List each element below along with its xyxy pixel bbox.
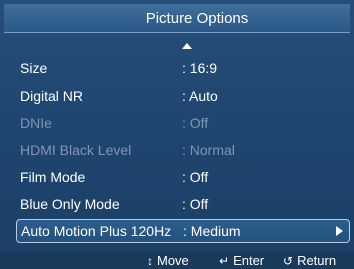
menu-item-label: Size — [20, 60, 48, 76]
menu-item-label: DNIe — [20, 115, 52, 131]
enter-hint: ↵ Enter — [219, 253, 264, 268]
menu-item-film-mode[interactable]: Film Mode : Off — [16, 165, 346, 189]
menu-item-label: HDMI Black Level — [20, 142, 132, 158]
menu-item-value: : Auto — [182, 88, 218, 104]
menu-item-label: Digital NR — [20, 88, 84, 104]
menu-item-value: : Off — [182, 169, 209, 185]
menu-item-value: : 16:9 — [182, 60, 218, 76]
menu-item-label: Blue Only Mode — [20, 196, 120, 212]
menu-item-value: : Medium — [183, 223, 241, 239]
menu-item-value: : Normal — [182, 142, 235, 158]
button-hint-bar: ↕ Move ↵ Enter ↺ Return — [0, 251, 354, 269]
submenu-arrow-icon[interactable] — [336, 226, 343, 236]
menu-title-bar: Picture Options — [4, 4, 350, 32]
return-hint-label: Return — [297, 253, 337, 268]
picture-options-menu: Picture Options Size : 16:9 Digital NR :… — [0, 0, 354, 269]
menu-item-size[interactable]: Size : 16:9 — [16, 56, 346, 80]
scroll-up-arrow-icon[interactable] — [182, 43, 192, 49]
menu-item-hdmi-black-level: HDMI Black Level : Normal — [16, 138, 346, 162]
return-icon: ↺ — [283, 253, 294, 268]
menu-item-label: Auto Motion Plus 120Hz — [21, 223, 172, 239]
move-hint-label: Move — [157, 253, 189, 268]
title-divider — [4, 32, 350, 33]
menu-item-auto-motion-plus[interactable]: Auto Motion Plus 120Hz : Medium — [16, 219, 350, 243]
enter-icon: ↵ — [219, 253, 230, 268]
menu-item-digital-nr[interactable]: Digital NR : Auto — [16, 84, 346, 108]
enter-hint-label: Enter — [233, 253, 265, 268]
menu-item-blue-only-mode[interactable]: Blue Only Mode : Off — [16, 192, 346, 216]
menu-title: Picture Options — [145, 9, 249, 27]
up-down-arrows-icon: ↕ — [147, 253, 153, 268]
menu-item-label: Film Mode — [20, 169, 86, 185]
move-hint: ↕ Move — [147, 253, 189, 268]
return-hint: ↺ Return — [283, 253, 336, 268]
menu-item-dnie: DNIe : Off — [16, 111, 346, 135]
menu-item-value: : Off — [182, 115, 209, 131]
menu-item-value: : Off — [182, 196, 209, 212]
